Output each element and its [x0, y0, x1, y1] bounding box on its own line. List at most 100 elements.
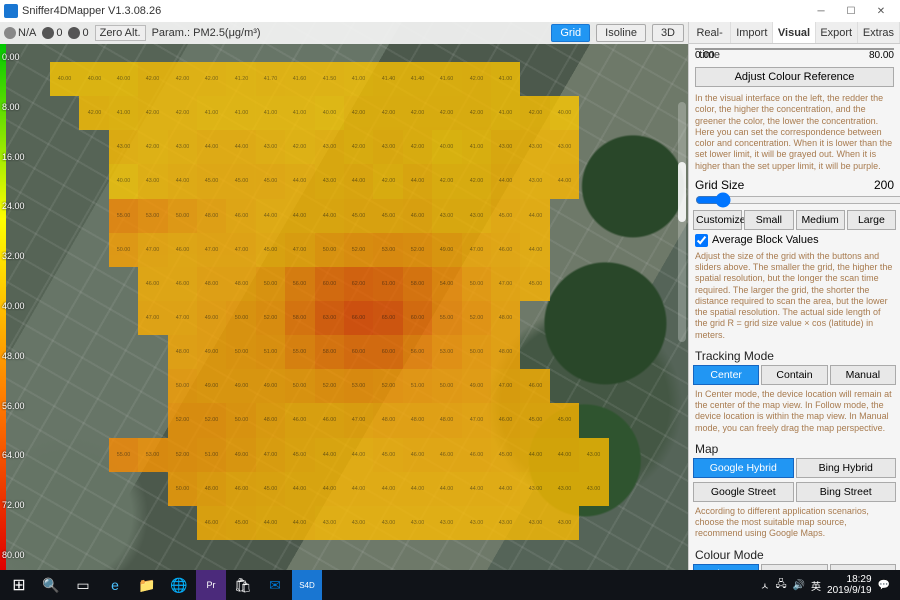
heatmap-cell [579, 267, 608, 301]
grid-size-slider[interactable] [695, 192, 900, 208]
tray-volume-icon[interactable]: 🔊 [793, 580, 805, 591]
heatmap-cell [50, 403, 79, 437]
tab-visual[interactable]: Visual [773, 22, 815, 43]
heatmap-cell: 56.00 [285, 267, 314, 301]
taskbar-outlook-icon[interactable]: ✉ [260, 570, 290, 600]
heatmap-cell [550, 369, 579, 403]
tab-import[interactable]: Import [731, 22, 773, 43]
heatmap-cell: 47.00 [491, 369, 520, 403]
taskbar-premiere-icon[interactable]: Pr [196, 570, 226, 600]
heatmap-cell: 47.00 [197, 233, 226, 267]
tracking-center-button[interactable]: Center [693, 365, 759, 385]
heatmap-cell [138, 403, 167, 437]
grid-small-button[interactable]: Small [744, 210, 793, 230]
taskbar-search-icon[interactable]: 🔍 [36, 570, 66, 600]
heatmap-cell: 50.00 [168, 369, 197, 403]
heatmap-cell: 42.00 [432, 96, 461, 130]
heatmap-cell [79, 438, 108, 472]
grid-medium-button[interactable]: Medium [796, 210, 845, 230]
taskbar-store-icon[interactable]: 🛍 [228, 570, 258, 600]
map-bing-street-button[interactable]: Bing Street [796, 482, 897, 502]
taskbar-explorer-icon[interactable]: 📁 [132, 570, 162, 600]
grid-large-button[interactable]: Large [847, 210, 896, 230]
colourmode-linear-button[interactable]: Linear [693, 564, 759, 571]
heatmap-cell: 46.00 [226, 472, 255, 506]
tray-up-icon[interactable]: ㅅ [760, 578, 769, 593]
tracking-contain-button[interactable]: Contain [761, 365, 827, 385]
map-google-hybrid-button[interactable]: Google Hybrid [693, 458, 794, 478]
heatmap-cell: 46.00 [138, 267, 167, 301]
taskbar-taskview-icon[interactable]: ▭ [68, 570, 98, 600]
colourmode-cn-button[interactable]: CN. AQI [830, 564, 896, 571]
heatmap-cell: 45.00 [491, 438, 520, 472]
heatmap-cell [579, 233, 608, 267]
heatmap-cell: 46.00 [285, 403, 314, 437]
heatmap-cell: 58.00 [315, 335, 344, 369]
view-grid-button[interactable]: Grid [551, 24, 590, 42]
minimize-button[interactable]: ─ [806, 0, 836, 22]
heatmap-cell [109, 472, 138, 506]
heatmap-cell: 41.00 [344, 62, 373, 96]
heatmap-cell: 44.00 [344, 438, 373, 472]
heatmap-cell: 47.00 [344, 403, 373, 437]
adjust-colour-button[interactable]: Adjust Colour Reference [695, 67, 894, 87]
view-3d-button[interactable]: 3D [652, 24, 684, 42]
map-zoom-slider[interactable] [678, 102, 686, 342]
heatmap-cell: 48.00 [432, 403, 461, 437]
close-button[interactable]: ✕ [866, 0, 896, 22]
alt-button[interactable]: Zero Alt. [95, 25, 146, 41]
heatmap-cell: 43.00 [315, 164, 344, 198]
gps-status: 0 [68, 27, 88, 39]
map-bing-hybrid-button[interactable]: Bing Hybrid [796, 458, 897, 478]
heatmap-cell: 42.00 [344, 96, 373, 130]
heatmap-cell: 41.00 [109, 96, 138, 130]
heatmap-cell: 50.00 [226, 403, 255, 437]
heatmap-cell: 40.00 [109, 62, 138, 96]
colourmode-us-button[interactable]: U.S. AQI [761, 564, 827, 571]
tab-extras[interactable]: Extras [858, 22, 900, 43]
maximize-button[interactable]: ☐ [836, 0, 866, 22]
heatmap-cell: 43.00 [373, 130, 402, 164]
heatmap-cell: 46.00 [432, 438, 461, 472]
heatmap-cell: 53.00 [344, 369, 373, 403]
tracking-manual-button[interactable]: Manual [830, 365, 896, 385]
help-grid: Adjust the size of the grid with the but… [689, 249, 900, 345]
heatmap-cell: 46.00 [197, 506, 226, 540]
tracking-label: Tracking Mode [689, 345, 900, 363]
heatmap-cell: 53.00 [138, 438, 167, 472]
heatmap-cell [579, 164, 608, 198]
heatmap-cell: 53.00 [432, 335, 461, 369]
heatmap-cell: 41.00 [256, 96, 285, 130]
heatmap-cell [168, 506, 197, 540]
average-block-checkbox[interactable]: Average Block Values [689, 232, 900, 249]
start-button[interactable]: ⊞ [4, 570, 34, 600]
heatmap-cell: 47.00 [462, 233, 491, 267]
average-block-input[interactable] [695, 234, 708, 247]
map-google-street-button[interactable]: Google Street [693, 482, 794, 502]
tab-realtime[interactable]: Real-time [689, 22, 731, 43]
tray-network-icon[interactable]: 🖧 [775, 577, 786, 594]
view-isoline-button[interactable]: Isoline [596, 24, 646, 42]
taskbar-browser-icon[interactable]: 🌐 [164, 570, 194, 600]
heatmap-cell: 49.00 [197, 301, 226, 335]
heatmap-cell: 50.00 [462, 267, 491, 301]
heatmap-cell [579, 62, 608, 96]
heatmap-cell [50, 369, 79, 403]
heatmap-cell: 43.00 [579, 438, 608, 472]
heatmap-cell: 45.00 [226, 164, 255, 198]
taskbar-sniffer-icon[interactable]: S4D [292, 570, 322, 600]
heatmap-cell [109, 506, 138, 540]
tray-lang-icon[interactable]: 英 [811, 578, 821, 593]
tab-export[interactable]: Export [816, 22, 858, 43]
system-tray[interactable]: ㅅ 🖧 🔊 英 18:29 2019/9/19 💬 [760, 574, 896, 596]
tray-notifications-icon[interactable]: 💬 [878, 580, 890, 591]
map-view[interactable]: 0.008.0016.0024.0032.0040.0048.0056.0064… [0, 22, 688, 570]
map-zoom-thumb[interactable] [678, 162, 686, 222]
taskbar-clock[interactable]: 18:29 2019/9/19 [827, 574, 872, 596]
heatmap-cell: 50.00 [168, 199, 197, 233]
grid-customize-button[interactable]: Customize [693, 210, 742, 230]
heatmap-cell: 45.00 [373, 438, 402, 472]
heatmap-cell: 43.00 [168, 130, 197, 164]
heatmap-cell: 41.00 [491, 96, 520, 130]
taskbar-edge-icon[interactable]: e [100, 570, 130, 600]
